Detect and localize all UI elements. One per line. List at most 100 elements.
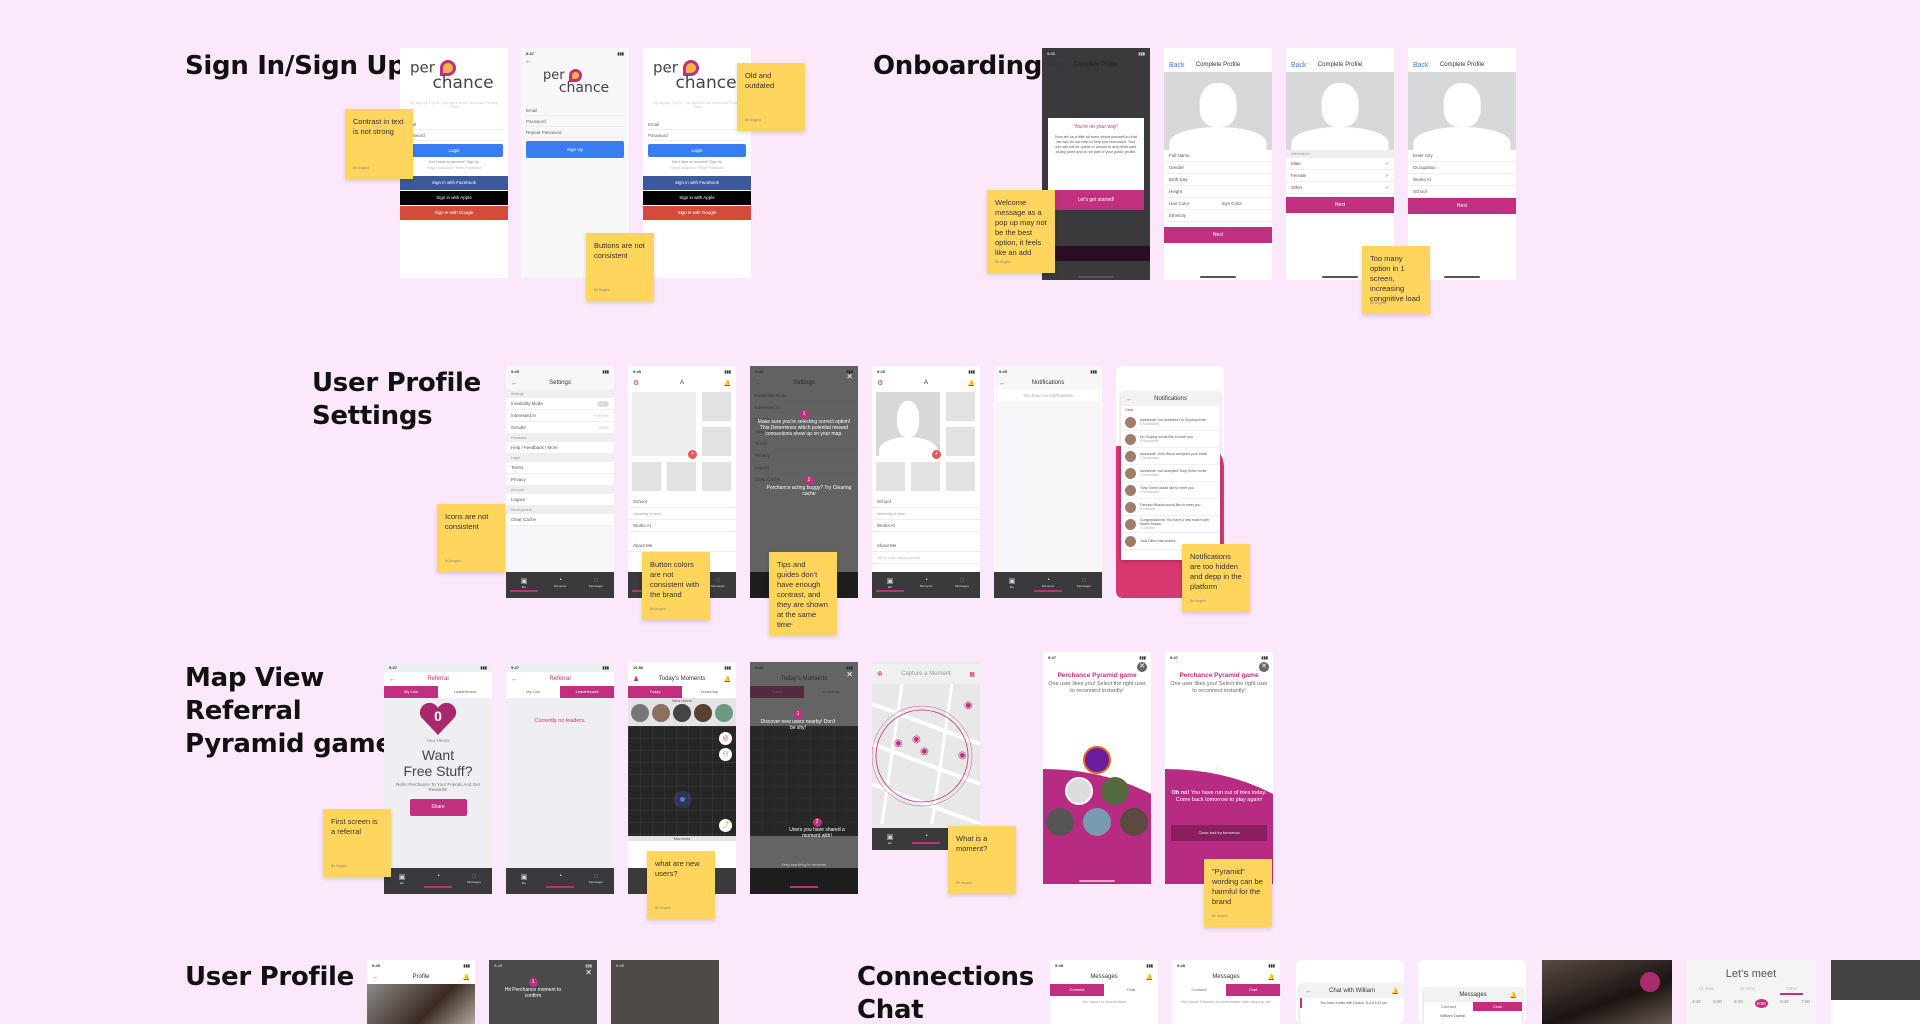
next-button[interactable]: Next (1286, 197, 1394, 213)
time-option[interactable]: 6:30 (1780, 999, 1789, 1008)
facebook-signin-button[interactable]: Sign in with Facebook (643, 176, 751, 190)
bell-icon[interactable]: 🔔 (1146, 974, 1153, 981)
users-icon[interactable]: ♟ (633, 675, 639, 683)
share-icon[interactable]: ⤴ (719, 819, 732, 832)
back-arrow-icon[interactable]: ← (511, 676, 518, 683)
moment-pin-icon[interactable]: ◉ (912, 734, 921, 745)
bell-icon[interactable]: 🔔 (724, 380, 731, 387)
moment-pin-icon[interactable]: ◉ (958, 750, 967, 761)
notification-item[interactable]: Congratulations! You have a new match wi… (1121, 516, 1220, 533)
height-field[interactable]: Height (1164, 186, 1272, 198)
tab-chat[interactable]: Chat (1104, 984, 1158, 996)
pyramid-user-avatar[interactable] (1120, 808, 1148, 836)
notification-item[interactable]: Farhaan Bhaiya would like to meet you. 8 … (1121, 499, 1220, 516)
tab-me[interactable]: ▣Me (872, 572, 908, 598)
notification-item[interactable]: Tony Green would like to meet you. 1 Nove… (1121, 482, 1220, 499)
password-field[interactable]: Password (526, 116, 624, 127)
tab-chat[interactable]: Chat (1473, 1002, 1522, 1011)
login-button[interactable]: Login (648, 144, 746, 157)
share-button[interactable]: Share (409, 799, 467, 816)
password-field[interactable]: Password (648, 130, 746, 141)
occupation-field[interactable]: Occupation (1408, 162, 1516, 174)
tab-moments[interactable]: ◔ (908, 828, 944, 850)
notification-item[interactable]: Awesome! John Wood accepted your invite.… (1121, 448, 1220, 465)
back-button[interactable]: Back (1047, 62, 1063, 69)
sticky-note[interactable]: Icons are not consistent Bri Angelo (437, 504, 505, 572)
time-option[interactable]: 5:00 (1713, 999, 1722, 1008)
tab-connect[interactable]: Connect (1424, 1002, 1473, 1011)
invisibility-toggle[interactable] (597, 401, 609, 407)
option-male[interactable]: Male ✔ (1286, 158, 1394, 170)
tab-messages[interactable]: ◌ Messages (578, 868, 614, 894)
full-name-field[interactable]: Full Name (1164, 150, 1272, 162)
tab-moments[interactable]: ◔Moments (908, 572, 944, 598)
tab-me[interactable]: ▣Me (872, 828, 908, 850)
profile-placeholder-image[interactable] (1408, 72, 1516, 150)
time-option[interactable]: 7:00 (1801, 999, 1810, 1008)
password-field[interactable]: Password (405, 130, 503, 141)
photo-slot[interactable] (702, 427, 731, 456)
time-option[interactable]: 4:30 (1692, 999, 1701, 1008)
email-field[interactable]: Email (405, 119, 503, 130)
back-arrow-icon[interactable]: ← (521, 58, 629, 65)
google-signin-button[interactable]: Sign in with Google (643, 206, 751, 220)
tab-leaderboard[interactable]: Leaderboard (560, 686, 614, 698)
gender-field[interactable]: Gender (1164, 162, 1272, 174)
sticky-note[interactable]: Tips and guides don't have enough contra… (769, 552, 837, 635)
ethnicity-field[interactable]: Ethnicity (1164, 210, 1272, 222)
pyramid-user-avatar[interactable] (1101, 777, 1129, 805)
photo-slot[interactable] (946, 392, 975, 421)
tab-my-link[interactable]: My Link (506, 686, 560, 698)
tab-messages[interactable]: ◌ Messages (456, 868, 492, 894)
tab-me[interactable]: ▣Me (994, 572, 1030, 598)
gender-row[interactable]: Gender Male (506, 422, 614, 434)
signup-button[interactable]: Sign Up (526, 141, 624, 158)
tab-me[interactable]: ▣Me (506, 868, 542, 894)
tab-today[interactable]: Today (628, 686, 682, 698)
signup-link[interactable]: Don't have an account? Sign Up (643, 160, 751, 164)
tab-connect[interactable]: Connect (1050, 984, 1104, 996)
tab-connect[interactable]: Connect (1172, 984, 1226, 996)
tab-yesterday[interactable]: Yesterday (682, 686, 736, 698)
bell-icon[interactable]: 🔔 (1392, 988, 1399, 995)
get-started-button[interactable]: Let's get started! (1048, 190, 1144, 210)
next-button[interactable]: Next (1164, 227, 1272, 243)
back-arrow-icon[interactable]: ← (1126, 396, 1133, 403)
tab-messages[interactable]: ◌ Messages (944, 572, 980, 598)
back-arrow-icon[interactable]: ← (372, 974, 379, 981)
back-button[interactable]: Back (1413, 62, 1429, 69)
moment-pin-icon[interactable]: ◉ (920, 746, 929, 757)
sticky-note[interactable]: "Pyramid" wording can be harmful for the… (1204, 859, 1272, 927)
sticky-note[interactable]: Button colors are not consistent with th… (642, 552, 710, 620)
tips-overlay[interactable] (750, 662, 858, 894)
tab-moments[interactable]: ◔Moments (1030, 572, 1066, 598)
bell-icon[interactable]: 🔔 (724, 676, 731, 683)
grid-icon[interactable]: ▦ (969, 671, 975, 678)
back-arrow-icon[interactable]: ← (999, 380, 1006, 387)
photo-slot[interactable] (702, 392, 731, 421)
tab-moments[interactable]: ◔ (420, 868, 456, 894)
photo-slot[interactable] (632, 462, 661, 491)
close-icon[interactable]: ✕ (585, 968, 592, 977)
tab-my-link[interactable]: My Link (384, 686, 438, 698)
close-icon[interactable]: ✕ (846, 670, 853, 679)
close-and-try-tomorrow-button[interactable]: Close and try tomorrow (1171, 825, 1267, 841)
option-other[interactable]: Other ✔ (1286, 182, 1394, 194)
profile-placeholder-image[interactable] (1286, 72, 1394, 150)
profile-photo[interactable] (367, 984, 475, 1024)
help-row[interactable]: Help / Feedback / More (506, 442, 614, 454)
next-button[interactable]: Next (1408, 198, 1516, 214)
bell-icon[interactable]: 🔔 (1510, 992, 1517, 999)
school-value[interactable]: University of Iowa (872, 508, 980, 520)
photo-slot[interactable] (911, 462, 940, 491)
pyramid-user-avatar[interactable] (1083, 746, 1111, 774)
notification-item[interactable]: Awesome! You accepted Hu Guiying invite.… (1121, 414, 1220, 431)
bell-icon[interactable]: 🔔 (1268, 974, 1275, 981)
photo-slot[interactable] (702, 462, 731, 491)
pyramid-user-avatar[interactable] (1065, 777, 1093, 805)
email-field[interactable]: Email (648, 119, 746, 130)
hair-color-field[interactable]: Hair Color (1169, 198, 1189, 209)
about-me-input[interactable]: Tell us a little about yourself (872, 552, 980, 564)
new-user-avatar[interactable] (631, 704, 649, 722)
tab-moments[interactable]: ◔ (542, 868, 578, 894)
